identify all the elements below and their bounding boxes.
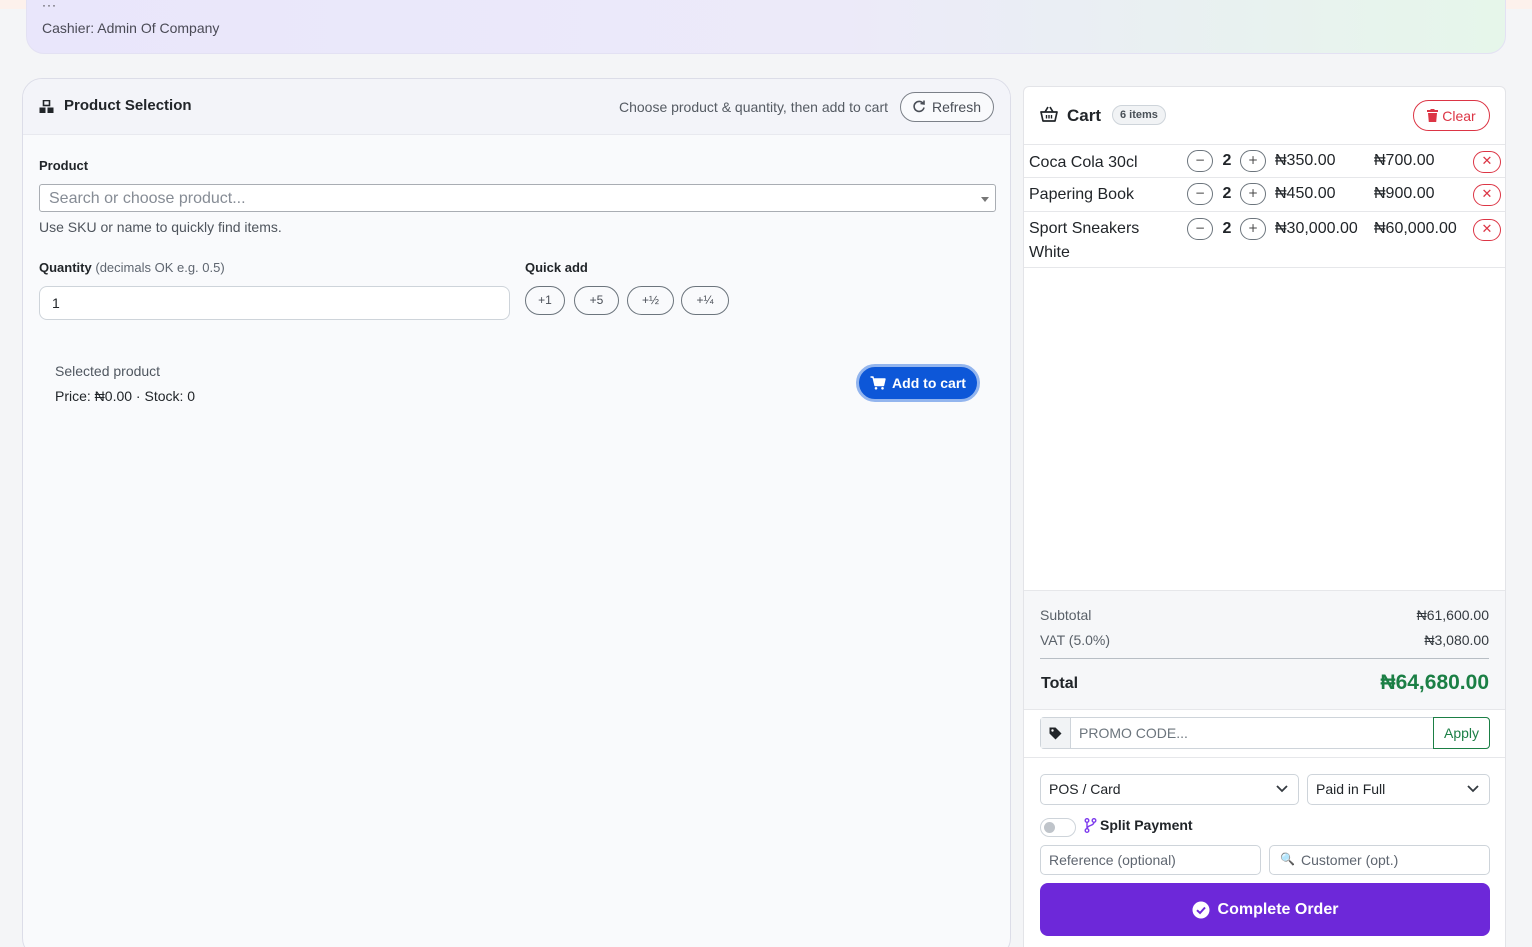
cart-item-total: ₦60,000.00 xyxy=(1374,220,1457,237)
quick-add-5-button[interactable]: +5 xyxy=(574,286,619,315)
quantity-input[interactable] xyxy=(39,286,510,320)
product-selection-hint: Choose product & quantity, then add to c… xyxy=(618,99,888,115)
product-select-placeholder: Search or choose product... xyxy=(49,190,246,207)
split-payment-label: Split Payment xyxy=(1084,817,1193,833)
total-label: Total xyxy=(1041,675,1079,692)
product-label: Product xyxy=(39,158,89,173)
vat-value: ₦3,080.00 xyxy=(1424,632,1489,648)
refresh-label: Refresh xyxy=(931,99,981,115)
add-to-cart-label: Add to cart xyxy=(892,375,966,391)
boxes-icon xyxy=(39,100,54,113)
subtotal-value: ₦61,600.00 xyxy=(1416,607,1489,623)
cart-item-qty: 2 xyxy=(1222,185,1232,202)
cart-item-price: ₦350.00 xyxy=(1275,152,1336,169)
cart-panel: Cart 6 items Clear Coca Cola 30cl − 2 + … xyxy=(1023,86,1506,947)
reference-input[interactable] xyxy=(1040,845,1261,875)
promo-code-input[interactable] xyxy=(1071,718,1433,748)
cart-item-name: Papering Book xyxy=(1029,186,1134,203)
cart-summary: Subtotal ₦61,600.00 VAT (5.0%) ₦3,080.00… xyxy=(1024,590,1505,710)
product-selection-title: Product Selection xyxy=(64,97,192,114)
split-payment-text: Split Payment xyxy=(1100,817,1193,833)
chevron-down-icon xyxy=(1467,785,1479,793)
cart-items-table: Coca Cola 30cl − 2 + ₦350.00 ₦700.00 ✕ P… xyxy=(1024,144,1505,268)
product-help-text: Use SKU or name to quickly find items. xyxy=(39,219,282,235)
cart-item-name: Sport Sneakers White xyxy=(1029,220,1140,261)
subtotal-label: Subtotal xyxy=(1040,607,1092,623)
selected-product-label: Selected product xyxy=(55,363,161,379)
cart-row: Coca Cola 30cl − 2 + ₦350.00 ₦700.00 ✕ xyxy=(1024,145,1505,178)
decrease-qty-button[interactable]: − xyxy=(1187,183,1213,205)
quick-add-label: Quick add xyxy=(525,260,588,275)
vat-label: VAT (5.0%) xyxy=(1040,632,1111,648)
promo-group: Apply xyxy=(1040,717,1490,749)
total-value: ₦64,680.00 xyxy=(1380,671,1489,694)
increase-qty-button[interactable]: + xyxy=(1240,183,1266,205)
cart-header: Cart 6 items Clear xyxy=(1024,87,1505,144)
quantity-note: (decimals OK e.g. 0.5) xyxy=(95,260,225,275)
cart-item-price: ₦450.00 xyxy=(1275,185,1336,202)
product-selection-panel: Product Selection Choose product & quant… xyxy=(22,78,1011,947)
cart-icon xyxy=(870,376,886,390)
remove-item-button[interactable]: ✕ xyxy=(1473,184,1501,206)
clear-cart-button[interactable]: Clear xyxy=(1413,100,1490,131)
summary-divider xyxy=(1040,658,1489,659)
remove-item-button[interactable]: ✕ xyxy=(1473,151,1501,173)
quantity-label-text: Quantity xyxy=(39,260,92,275)
cart-item-qty: 2 xyxy=(1222,220,1232,237)
trash-icon xyxy=(1427,109,1439,122)
payment-section: POS / Card Paid in Full Split Payment Re… xyxy=(1024,757,1505,947)
increase-qty-button[interactable]: + xyxy=(1240,218,1266,240)
increase-qty-button[interactable]: + xyxy=(1240,150,1266,172)
cashier-label: Cashier: Admin Of Company xyxy=(42,20,220,36)
product-select[interactable]: Search or choose product... xyxy=(39,184,996,212)
cart-row: Sport Sneakers White − 2 + ₦30,000.00 ₦6… xyxy=(1024,212,1505,268)
cart-item-total: ₦900.00 xyxy=(1374,185,1435,202)
customer-field[interactable]: 🔍 Customer (opt.) xyxy=(1269,845,1490,875)
cart-item-name: Coca Cola 30cl xyxy=(1029,154,1138,171)
magnifier-icon: 🔍 xyxy=(1280,852,1295,866)
more-icon[interactable]: ··· xyxy=(42,0,57,11)
cart-row: Papering Book − 2 + ₦450.00 ₦900.00 ✕ xyxy=(1024,178,1505,212)
complete-order-button[interactable]: Complete Order xyxy=(1040,883,1490,936)
pos-header xyxy=(26,0,1506,54)
basket-icon xyxy=(1040,106,1058,122)
refresh-icon xyxy=(913,100,925,113)
cart-item-total: ₦700.00 xyxy=(1374,152,1435,169)
clear-label: Clear xyxy=(1442,107,1476,124)
payment-status-select[interactable]: Paid in Full xyxy=(1307,774,1490,805)
apply-promo-button[interactable]: Apply xyxy=(1433,717,1490,749)
customer-placeholder: Customer (opt.) xyxy=(1301,852,1399,868)
quantity-label: Quantity (decimals OK e.g. 0.5) xyxy=(39,260,225,275)
branch-icon xyxy=(1084,817,1097,833)
product-selection-header: Product Selection Choose product & quant… xyxy=(23,79,1010,135)
selected-product-info: Price: ₦0.00 · Stock: 0 xyxy=(55,388,196,404)
quick-add-half-button[interactable]: +½ xyxy=(627,286,674,315)
payment-status-value: Paid in Full xyxy=(1316,781,1386,797)
complete-order-label: Complete Order xyxy=(1217,900,1339,918)
payment-method-select[interactable]: POS / Card xyxy=(1040,774,1299,805)
cart-item-qty: 2 xyxy=(1222,152,1232,169)
quick-add-quarter-button[interactable]: +¼ xyxy=(681,286,729,315)
add-to-cart-button[interactable]: Add to cart xyxy=(856,364,980,402)
refresh-button[interactable]: Refresh xyxy=(899,92,994,122)
cart-item-price: ₦30,000.00 xyxy=(1275,220,1358,237)
payment-method-value: POS / Card xyxy=(1049,781,1121,797)
chevron-down-icon xyxy=(1276,785,1288,793)
quick-add-1-button[interactable]: +1 xyxy=(525,286,565,315)
decrease-qty-button[interactable]: − xyxy=(1187,218,1213,240)
remove-item-button[interactable]: ✕ xyxy=(1473,219,1501,241)
decrease-qty-button[interactable]: − xyxy=(1187,150,1213,172)
caret-down-icon xyxy=(981,197,989,202)
check-circle-icon xyxy=(1192,901,1210,918)
split-payment-toggle[interactable] xyxy=(1040,818,1076,837)
toggle-knob xyxy=(1044,822,1055,833)
cart-count-badge: 6 items xyxy=(1112,105,1166,125)
cart-title: Cart xyxy=(1067,106,1102,125)
tag-icon xyxy=(1041,718,1071,748)
